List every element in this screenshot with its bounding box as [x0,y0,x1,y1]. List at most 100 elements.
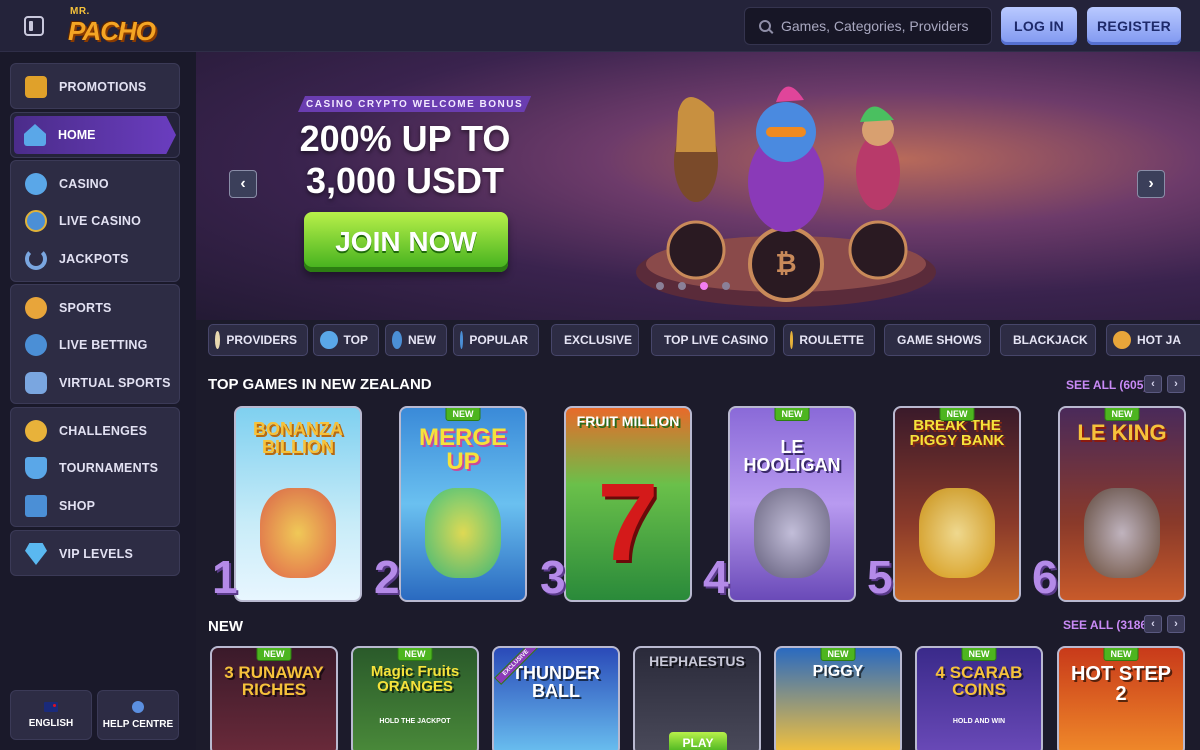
basket-icon [25,495,47,517]
category-new[interactable]: NEW [385,324,447,356]
carousel-dot[interactable] [700,282,708,290]
game-title: Magic Fruits ORANGES [370,663,460,695]
carousel-dot[interactable] [656,282,664,290]
category-blackjack[interactable]: BLACKJACK [1000,324,1096,356]
category-popular[interactable]: POPULAR [453,324,539,356]
sidebar-item-vip-levels[interactable]: VIP LEVELS [11,536,179,572]
rank-number: 2 [374,551,400,603]
category-label: POPULAR [469,333,528,347]
section-title-top-games: TOP GAMES IN NEW ZEALAND [208,376,432,393]
game-card[interactable]: MERGE UP NEW [399,406,527,602]
game-card[interactable]: HOT STEP 2 NEW [1057,646,1185,750]
game-title: HEPHAESTUS [649,653,745,669]
category-roulette[interactable]: ROULETTE [783,324,875,356]
category-label: NEW [408,333,436,347]
sidebar-item-tournaments[interactable]: TOURNAMENTS [11,450,179,486]
game-card[interactable]: 4 SCARAB COINS HOLD AND WIN NEW [915,646,1043,750]
sidebar-item-label: SHOP [59,499,96,513]
new-badge: NEW [939,408,975,421]
sidebar-item-label: CASINO [59,177,109,191]
see-all-new-link[interactable]: SEE ALL (3186) [1063,618,1151,632]
game-title: HOT STEP 2 [1070,663,1171,705]
sidebar-item-live-casino[interactable]: LIVE CASINO [11,203,179,239]
see-all-top-link[interactable]: SEE ALL (605) [1066,378,1147,392]
carousel-dot[interactable] [678,282,686,290]
category-hot-ja[interactable]: HOT JA [1106,324,1200,356]
globe-icon [132,700,144,713]
sidebar-item-promotions[interactable]: PROMOTIONS [11,69,179,105]
sidebar-item-label: HOME [58,128,96,142]
promo-banner[interactable]: ₿ CASINO CRYPTO WELCOME BONUS 200% UP TO… [196,52,1200,320]
category-top-live-casino[interactable]: TOP LIVE CASINO [651,324,775,356]
nz-flag-icon [44,701,58,712]
search-box[interactable] [744,7,992,45]
play-button[interactable]: PLAY [669,732,727,750]
sidebar-group-casino: CASINO LIVE CASINO JACKPOTS [10,160,180,282]
chevron-right-icon: › [1174,378,1178,390]
dj-characters-illustration: ₿ [636,86,936,307]
top-prev-button[interactable]: ‹ [1144,375,1162,393]
game-card[interactable]: FRUIT MILLION 7 [564,406,692,602]
search-input[interactable] [781,18,981,34]
help-centre-button[interactable]: HELP CENTRE [97,690,179,740]
chip-icon [25,210,47,232]
category-label: ROULETTE [799,333,864,347]
game-card[interactable]: 3 RUNAWAY RICHES NEW [210,646,338,750]
carousel-next-button[interactable]: › [1137,170,1165,198]
sidebar-toggle-icon[interactable] [24,16,44,36]
carousel-prev-button[interactable]: ‹ [229,170,257,198]
rank-number: 5 [867,551,893,603]
game-card[interactable]: LE KING NEW [1058,406,1186,602]
sidebar-item-label: LIVE CASINO [59,214,142,228]
game-card[interactable]: LE HOOLIGAN NEW [728,406,856,602]
carousel-dot[interactable] [722,282,730,290]
language-button[interactable]: ENGLISH [10,690,92,740]
lightning-icon [392,331,402,349]
new-prev-button[interactable]: ‹ [1144,615,1162,633]
rank-number: 4 [703,551,729,603]
sidebar-item-casino[interactable]: CASINO [11,166,179,202]
sidebar-item-label: LIVE BETTING [59,338,148,352]
login-button[interactable]: LOG IN [1001,7,1077,45]
sidebar-item-sports[interactable]: SPORTS [11,290,179,326]
sidebar-item-live-betting[interactable]: LIVE BETTING [11,327,179,363]
category-top[interactable]: TOP [313,324,379,356]
top-header: MR. PACHO LOG IN REGISTER [0,0,1200,52]
sidebar-item-shop[interactable]: SHOP [11,488,179,524]
game-card[interactable]: HEPHAESTUS PLAY [633,646,761,750]
register-button[interactable]: REGISTER [1087,7,1181,45]
game-card[interactable]: THUNDER BALL EXCLUSIVE [492,646,620,750]
play-icon [25,334,47,356]
sidebar-item-virtual-sports[interactable]: VIRTUAL SPORTS [11,365,179,401]
home-icon [24,124,46,146]
sidebar-item-challenges[interactable]: CHALLENGES [11,413,179,449]
gift-icon [25,76,47,98]
clipboard-icon [215,331,221,349]
join-now-button[interactable]: JOIN NOW [304,212,508,272]
game-title: 3 RUNAWAY RICHES [224,663,324,699]
game-card[interactable]: BONANZA BILLION [234,406,362,602]
category-label: PROVIDERS [226,333,297,347]
game-title: LE KING [1077,420,1167,445]
top-next-button[interactable]: › [1167,375,1185,393]
chevron-left-icon: ‹ [240,175,246,192]
cherries-icon [25,173,47,195]
game-card[interactable]: BREAK THE PIGGY BANK NEW [893,406,1021,602]
sidebar-item-label: VIP LEVELS [59,547,134,561]
search-icon [759,20,771,32]
sidebar-item-jackpots[interactable]: JACKPOTS [11,241,179,277]
category-providers[interactable]: PROVIDERS [208,324,308,356]
site-logo[interactable]: MR. PACHO [66,6,156,46]
new-next-button[interactable]: › [1167,615,1185,633]
medal-icon [25,420,47,442]
sidebar-item-home[interactable]: HOME [14,116,176,154]
sidebar-item-label: VIRTUAL SPORTS [59,376,171,390]
category-exclusive[interactable]: EXCLUSIVE [551,324,639,356]
category-game-shows[interactable]: GAME SHOWS [884,324,990,356]
game-card[interactable]: PIGGY NEW [774,646,902,750]
game-title: 4 SCARAB COINS [935,663,1023,699]
game-card[interactable]: Magic Fruits ORANGES HOLD THE JACKPOT NEW [351,646,479,750]
trophy-icon [25,457,47,479]
section-title-new: NEW [208,618,243,635]
rank-number: 3 [540,551,566,603]
